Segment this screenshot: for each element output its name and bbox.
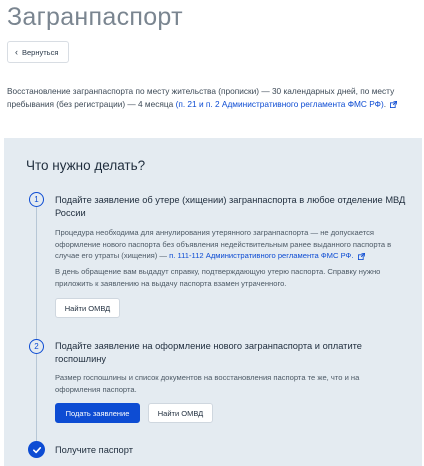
- chevron-left-icon: ‹: [15, 46, 18, 57]
- check-icon: [28, 441, 45, 458]
- step-2-description: Размер госпошлины и список документов на…: [55, 373, 360, 394]
- back-button[interactable]: ‹ Вернуться: [7, 41, 69, 63]
- page-title: Загранпаспорт: [7, 3, 183, 31]
- step-1-number: 1: [29, 192, 44, 207]
- intro-text: Восстановление загранпаспорта по месту ж…: [7, 85, 419, 111]
- timeline-line: [36, 207, 37, 342]
- step-1-regulation-link[interactable]: п. 111-112 Административного регламента …: [169, 251, 353, 260]
- panel-title: Что нужно делать?: [26, 158, 146, 173]
- external-link-icon[interactable]: [357, 252, 365, 260]
- step-1-title: Подайте заявление об утере (хищении) заг…: [55, 195, 406, 218]
- intro-tail: .: [383, 99, 387, 109]
- find-omvd-button[interactable]: Найти ОМВД: [55, 298, 120, 318]
- step-3-title: Получите паспорт: [55, 445, 133, 455]
- submit-application-button[interactable]: Подать заявление: [55, 403, 140, 423]
- step-2-title: Подайте заявление на оформление нового з…: [55, 341, 362, 364]
- regulation-link[interactable]: (п. 21 и п. 2 Административного регламен…: [176, 99, 384, 109]
- step-2-number: 2: [29, 339, 44, 354]
- external-link-icon[interactable]: [390, 101, 398, 109]
- back-button-label: Вернуться: [22, 47, 59, 57]
- timeline-line: [36, 354, 37, 441]
- step-1-note: В день обращение вам выдадут справку, по…: [55, 267, 381, 288]
- step-1-description: Процедура необходима для аннулирования у…: [55, 227, 407, 262]
- find-omvd-button-2[interactable]: Найти ОМВД: [148, 403, 213, 423]
